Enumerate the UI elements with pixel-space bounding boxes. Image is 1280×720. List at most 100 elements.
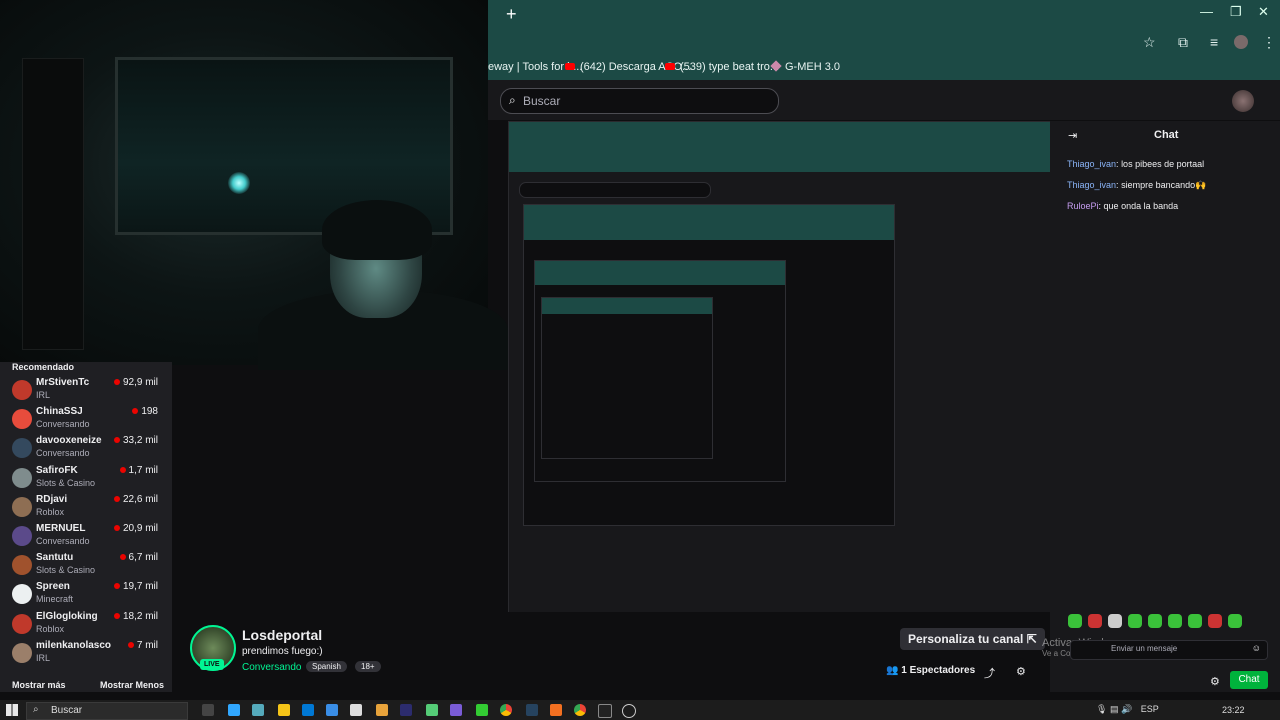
new-tab-button[interactable]: +: [506, 4, 517, 25]
app-icon[interactable]: [450, 704, 462, 716]
obs-icon[interactable]: [598, 704, 612, 718]
show-more-button[interactable]: Mostrar más: [12, 680, 66, 690]
search-icon: ⌕: [509, 93, 516, 107]
profile-avatar[interactable]: [1234, 35, 1248, 49]
chat-username[interactable]: RuloePi: [1067, 201, 1099, 211]
emote-icon[interactable]: [1168, 614, 1182, 628]
chat-message: Thiago_ivan: los pibees de portaal: [1067, 159, 1205, 169]
app-icon[interactable]: [476, 704, 488, 716]
minimize-button[interactable]: —: [1200, 4, 1213, 19]
task-view-icon[interactable]: [202, 704, 214, 716]
emote-icon[interactable]: [1068, 614, 1082, 628]
language-indicator[interactable]: ESP: [1141, 704, 1159, 714]
chat-message: Thiago_ivan: siempre bancando🙌: [1067, 180, 1207, 190]
maximize-button[interactable]: ❐: [1230, 4, 1242, 20]
sidebar-channel[interactable]: Spreen Minecraft 19,7 mil: [0, 579, 172, 608]
emote-icon[interactable]: [1228, 614, 1242, 628]
sidebar-channel[interactable]: RDjavi Roblox 22,6 mil: [0, 492, 172, 521]
app-icon[interactable]: [376, 704, 388, 716]
stream-category[interactable]: Conversando: [242, 662, 301, 673]
app-icon[interactable]: [350, 704, 362, 716]
chat-message: RuloePi: que onda la banda: [1067, 201, 1179, 211]
chrome-icon[interactable]: [500, 704, 512, 716]
sidebar-channel[interactable]: davooxeneize Conversando 33,2 mil: [0, 433, 172, 462]
chat-title: Chat: [1154, 129, 1179, 141]
channel-avatar: [12, 467, 32, 488]
app-icon[interactable]: [326, 704, 338, 716]
tag-spanish[interactable]: Spanish: [306, 661, 347, 672]
store-icon[interactable]: [302, 704, 314, 716]
extensions-icon[interactable]: ⧉: [1178, 34, 1188, 51]
channel-avatar: [12, 438, 32, 459]
sidebar-channel[interactable]: MrStivenTc IRL 92,9 mil: [0, 375, 172, 404]
customize-channel-button[interactable]: Personaliza tu canal ⇱: [900, 628, 1045, 650]
emote-icon[interactable]: [1208, 614, 1222, 628]
more-options-icon[interactable]: ⚙: [1016, 665, 1026, 678]
streamer-name[interactable]: Losdeportal: [242, 627, 322, 643]
emote-picker-icon[interactable]: ☺: [1252, 643, 1261, 653]
sidebar-channel[interactable]: SafiroFK Slots & Casino 1,7 mil: [0, 463, 172, 492]
file-explorer-icon[interactable]: [278, 704, 290, 716]
sidebar-header: Recomendado: [12, 362, 75, 372]
chat-input[interactable]: Enviar un mensaje ☺: [1070, 640, 1268, 660]
live-dot-icon: [132, 408, 139, 415]
channel-name: Spreen: [36, 581, 70, 593]
bookmark-item[interactable]: G-MEH 3.0: [770, 60, 840, 73]
sidebar-channel[interactable]: ChinaSSJ Conversando 198: [0, 404, 172, 433]
channel-name: milenkanolasco: [36, 639, 112, 651]
taskbar-search[interactable]: ⌕ Buscar: [26, 702, 188, 720]
system-tray[interactable]: 🎙 ▤ 🔊 ESP: [1096, 704, 1159, 715]
windows-start-icon[interactable]: [6, 704, 18, 716]
live-dot-icon: [113, 583, 120, 590]
bookmark-item[interactable]: (539) type beat tro...: [665, 61, 779, 73]
premiere-icon[interactable]: [228, 704, 240, 716]
bookmark-star-icon[interactable]: ☆: [1143, 34, 1156, 51]
channel-viewers: 22,6 mil: [113, 494, 158, 505]
chat-send-button[interactable]: Chat: [1230, 671, 1268, 689]
nested-chrome-2: [524, 205, 894, 240]
after-effects-icon[interactable]: [400, 704, 412, 716]
show-less-button[interactable]: Mostrar Menos: [100, 680, 164, 690]
browser-menu-icon[interactable]: ⋮: [1262, 34, 1276, 51]
sidebar-channel[interactable]: milenkanolasco IRL 7 mil: [0, 638, 172, 667]
app-icon[interactable]: [550, 704, 562, 716]
share-icon[interactable]: ⤴: [984, 665, 995, 681]
taskbar-clock[interactable]: 23:22: [1222, 705, 1245, 715]
photoshop-icon[interactable]: [526, 704, 538, 716]
channel-avatar: [12, 409, 32, 430]
user-avatar[interactable]: [1232, 90, 1254, 112]
volume-icon: 🔊: [1120, 704, 1133, 714]
viewer-count-number: 1: [901, 665, 907, 676]
chat-settings-icon[interactable]: ⚙: [1210, 675, 1220, 688]
chat-username[interactable]: Thiago_ivan: [1067, 180, 1116, 190]
sidebar-channel[interactable]: ElGlogloking Roblox 18,2 mil: [0, 609, 172, 638]
close-window-button[interactable]: ✕: [1258, 4, 1269, 20]
emote-icon[interactable]: [1148, 614, 1162, 628]
tag-18-plus[interactable]: 18+: [355, 661, 381, 672]
stream-title: prendimos fuego:): [242, 646, 323, 657]
channel-avatar: [12, 380, 32, 400]
app-icon[interactable]: [426, 704, 438, 716]
live-dot-icon: [119, 554, 126, 561]
reading-list-icon[interactable]: ≡: [1210, 34, 1218, 50]
channel-name: ElGlogloking: [36, 610, 98, 622]
sidebar-channel[interactable]: Santutu Slots & Casino 6,7 mil: [0, 550, 172, 579]
emote-icon[interactable]: [1108, 614, 1122, 628]
nested-browser-chrome: [509, 122, 1050, 172]
sidebar-channel[interactable]: MERNUEL Conversando 20,9 mil: [0, 521, 172, 550]
app-icon[interactable]: [252, 704, 264, 716]
chrome-icon[interactable]: [574, 704, 586, 716]
emote-icon[interactable]: [1128, 614, 1142, 628]
chat-username[interactable]: Thiago_ivan: [1067, 159, 1116, 169]
app-icon[interactable]: [622, 704, 636, 718]
live-dot-icon: [113, 379, 120, 385]
channel-category: Minecraft: [36, 594, 74, 605]
live-badge: LIVE: [200, 659, 224, 670]
live-dot-icon: [119, 466, 126, 473]
customize-channel-label: Personaliza tu canal: [908, 632, 1024, 646]
mic-icon: 🎙: [1096, 704, 1108, 714]
search-input[interactable]: ⌕ Buscar: [500, 88, 779, 114]
emote-icon[interactable]: [1088, 614, 1102, 628]
collapse-chat-icon[interactable]: ⇥: [1068, 129, 1077, 142]
emote-icon[interactable]: [1188, 614, 1202, 628]
